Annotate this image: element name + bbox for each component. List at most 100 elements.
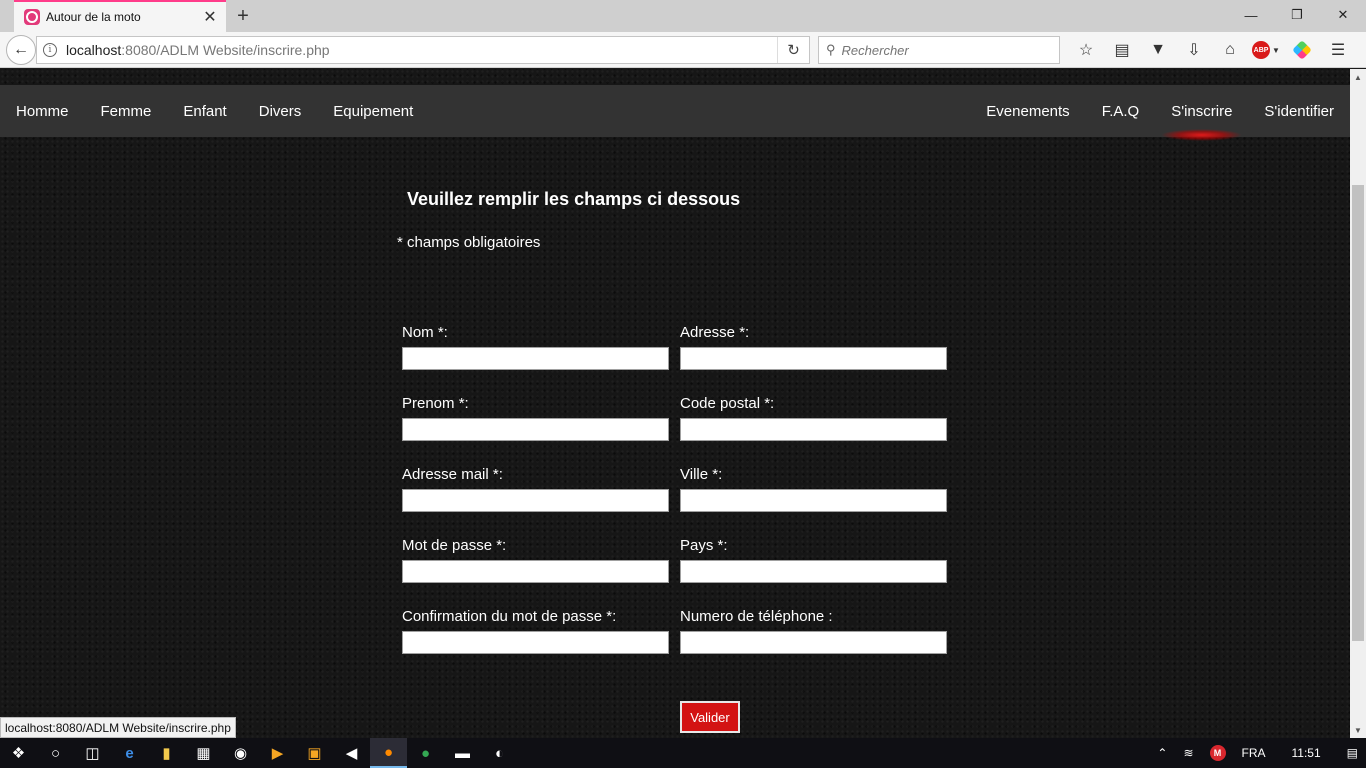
chrome-icon[interactable]: ● [407, 738, 444, 768]
telephone-input[interactable] [680, 631, 947, 654]
field-ville: Ville *: [680, 466, 947, 512]
nav-link-enfant[interactable]: Enfant [167, 85, 242, 137]
search-icon: ⚲ [826, 42, 836, 57]
back-arrow-icon[interactable]: ← [6, 35, 36, 65]
nav-link-evenements[interactable]: Evenements [970, 85, 1085, 137]
site-favicon-icon [24, 9, 40, 25]
language-indicator[interactable]: FRA [1234, 738, 1274, 768]
close-tab-icon[interactable]: ✕ [200, 7, 220, 27]
mega-icon[interactable]: M [1202, 738, 1234, 768]
browser-toolbar: ← i localhost:8080/ADLM Website/inscrire… [0, 32, 1366, 68]
notifications-icon[interactable]: ▤ [1339, 738, 1366, 768]
video-player-icon[interactable]: ▶ [259, 738, 296, 768]
system-tray: ⌃ ≋ M FRA 11:51 ▤ [1149, 738, 1366, 768]
paint-icon[interactable]: ◐ [481, 738, 518, 768]
status-url-tooltip: localhost:8080/ADLM Website/inscrire.php [0, 717, 236, 738]
url-text[interactable]: localhost:8080/ADLM Website/inscrire.php [66, 42, 777, 58]
toolbar-icons: ☆ ▤ ▼ ⇩ ⌂ ABP ▼ ☰ [1068, 36, 1356, 64]
site-navigation: Homme Femme Enfant Divers Equipement Eve… [0, 85, 1350, 141]
nav-right-group: Evenements F.A.Q S'inscrire S'identifier [970, 85, 1350, 141]
ville-input[interactable] [680, 489, 947, 512]
scroll-thumb[interactable] [1352, 185, 1364, 641]
field-pays: Pays *: [680, 537, 947, 583]
submit-button[interactable]: Valider [680, 701, 740, 733]
bookmark-star-icon[interactable]: ☆ [1068, 36, 1104, 64]
code-postal-input[interactable] [680, 418, 947, 441]
windows-taskbar: ❖ ○ ◫ e ▮ ▦ ◉ ▶ ▣ ◀ ● ● ▬ ◐ ⌃ ≋ M FRA 11… [0, 738, 1366, 768]
address-bar[interactable]: i localhost:8080/ADLM Website/inscrire.p… [36, 36, 810, 64]
restore-icon[interactable]: ❐ [1274, 0, 1320, 30]
pays-input[interactable] [680, 560, 947, 583]
tray-expand-icon[interactable]: ⌃ [1149, 738, 1175, 768]
nav-link-divers[interactable]: Divers [243, 85, 318, 137]
start-windows-icon[interactable]: ❖ [0, 738, 37, 768]
password-input[interactable] [402, 560, 669, 583]
field-label: Pays *: [680, 537, 728, 554]
new-tab-icon[interactable]: + [232, 5, 254, 27]
field-label: Prenom *: [402, 395, 469, 412]
vertical-scrollbar[interactable]: ▲ ▼ [1350, 69, 1366, 738]
field-label: Adresse *: [680, 324, 750, 341]
field-password: Mot de passe *: [402, 537, 669, 583]
store-icon[interactable]: ▦ [185, 738, 222, 768]
reading-list-icon[interactable]: ▤ [1104, 36, 1140, 64]
nav-link-sidentifier[interactable]: S'identifier [1248, 85, 1350, 137]
field-email: Adresse mail *: [402, 466, 669, 512]
home-icon[interactable]: ⌂ [1212, 36, 1248, 64]
field-label: Numero de téléphone : [680, 608, 833, 625]
search-input[interactable] [841, 42, 1042, 58]
field-label: Nom *: [402, 324, 448, 341]
window-controls: — ❐ ✕ [1228, 0, 1366, 30]
page-viewport: Homme Femme Enfant Divers Equipement Eve… [0, 69, 1350, 738]
nav-link-femme[interactable]: Femme [85, 85, 168, 137]
field-label: Mot de passe *: [402, 537, 507, 554]
email-input[interactable] [402, 489, 669, 512]
download-icon[interactable]: ⇩ [1176, 36, 1212, 64]
scroll-down-icon[interactable]: ▼ [1350, 722, 1366, 738]
firefox-icon[interactable]: ● [370, 738, 407, 768]
browser-tab[interactable]: Autour de la moto ✕ [14, 0, 226, 32]
task-view-icon[interactable]: ◫ [74, 738, 111, 768]
url-host: localhost [66, 42, 122, 58]
file-explorer-icon[interactable]: ▮ [148, 738, 185, 768]
app-folder-icon[interactable]: ▣ [296, 738, 333, 768]
field-label: Adresse mail *: [402, 466, 503, 483]
menu-hamburger-icon[interactable]: ☰ [1320, 36, 1356, 64]
prenom-input[interactable] [402, 418, 669, 441]
info-icon[interactable]: i [43, 43, 57, 57]
nav-link-equipement[interactable]: Equipement [317, 85, 429, 137]
url-path: :8080/ADLM Website/inscrire.php [121, 42, 330, 58]
edge-browser-icon[interactable]: e [111, 738, 148, 768]
wifi-icon[interactable]: ≋ [1175, 738, 1201, 768]
field-prenom: Prenom *: [402, 395, 669, 441]
extension-icon[interactable] [1284, 36, 1320, 64]
nav-link-homme[interactable]: Homme [0, 85, 85, 137]
field-nom: Nom *: [402, 324, 669, 370]
minimize-icon[interactable]: — [1228, 0, 1274, 30]
cortana-circle-icon[interactable]: ○ [37, 738, 74, 768]
browser-tab-bar: Autour de la moto ✕ + — ❐ ✕ [0, 0, 1366, 32]
field-label: Code postal *: [680, 395, 775, 412]
adresse-input[interactable] [680, 347, 947, 370]
adblock-icon[interactable]: ABP ▼ [1248, 36, 1284, 64]
field-password-confirm: Confirmation du mot de passe *: [402, 608, 669, 654]
scroll-up-icon[interactable]: ▲ [1350, 69, 1366, 85]
field-code-postal: Code postal *: [680, 395, 947, 441]
password-confirm-input[interactable] [402, 631, 669, 654]
search-box[interactable]: ⚲ [818, 36, 1060, 64]
pocket-icon[interactable]: ▼ [1140, 36, 1176, 64]
field-telephone: Numero de téléphone : [680, 608, 947, 654]
close-window-icon[interactable]: ✕ [1320, 0, 1366, 30]
nom-input[interactable] [402, 347, 669, 370]
tab-title: Autour de la moto [46, 10, 141, 24]
reload-icon[interactable]: ↻ [777, 37, 809, 63]
clock[interactable]: 11:51 [1274, 738, 1339, 768]
field-label: Confirmation du mot de passe *: [402, 608, 617, 625]
visual-studio-icon[interactable]: ◀ [333, 738, 370, 768]
nav-link-faq[interactable]: F.A.Q [1086, 85, 1156, 137]
media-icon[interactable]: ◉ [222, 738, 259, 768]
field-adresse: Adresse *: [680, 324, 947, 370]
nav-link-sinscrire[interactable]: S'inscrire [1155, 85, 1248, 141]
field-label: Ville *: [680, 466, 723, 483]
xampp-icon[interactable]: ▬ [444, 738, 481, 768]
